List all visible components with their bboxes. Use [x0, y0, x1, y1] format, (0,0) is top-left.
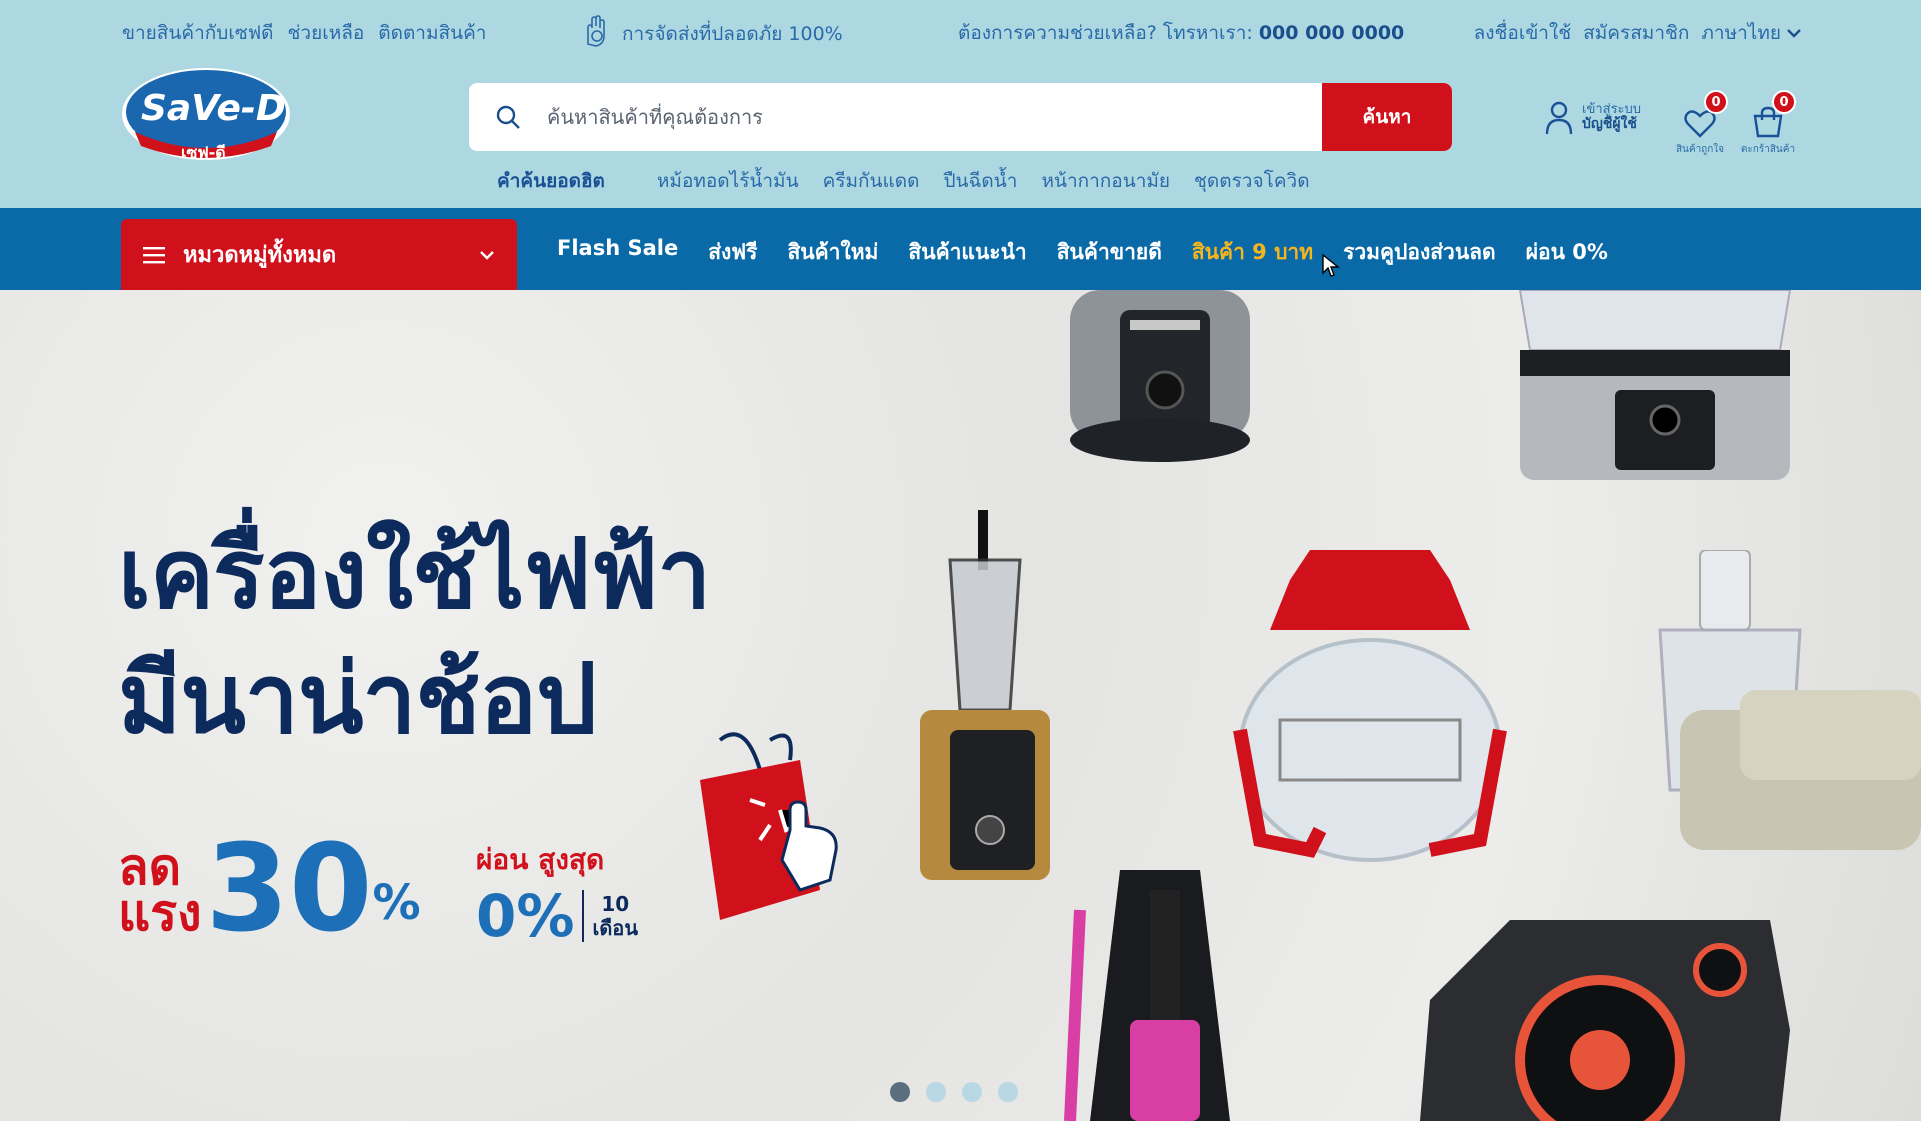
safe-delivery: การจัดส่งที่ปลอดภัย 100%	[580, 14, 843, 53]
hot-keyword[interactable]: หม้อทอดไร้น้ำมัน	[657, 166, 799, 196]
discount-promo: ลด แรง 30 %	[118, 820, 421, 959]
pressure-washer-image	[1064, 870, 1230, 1121]
nav-9-baht[interactable]: สินค้า 9 บาท	[1192, 236, 1313, 269]
nav-coupons[interactable]: รวมคูปองส่วนลด	[1343, 236, 1496, 269]
carousel-dot[interactable]	[998, 1082, 1018, 1102]
hand-shield-icon	[580, 14, 610, 53]
carousel-dot[interactable]	[926, 1082, 946, 1102]
nav-recommended[interactable]: สินค้าแนะนำ	[908, 236, 1026, 269]
help-phone[interactable]: 000 000 0000	[1259, 22, 1404, 44]
installment-rate: 0%	[476, 882, 575, 950]
carousel-dot[interactable]	[890, 1082, 910, 1102]
help-contact: ต้องการความช่วยเหลือ? โทรหาเรา: 000 000 …	[958, 18, 1404, 48]
nav-new-products[interactable]: สินค้าใหม่	[787, 236, 878, 269]
blender-image	[920, 510, 1050, 880]
food-steamer-image	[1518, 290, 1792, 480]
top-links: ขายสินค้ากับเซฟดี ช่วยเหลือ ติดตามสินค้า	[122, 18, 486, 48]
pressure-cooker-image	[1070, 290, 1250, 462]
installment-title: ผ่อน สูงสุด	[476, 843, 605, 876]
cart-button[interactable]: 0 ตะกร้าสินค้า	[1738, 90, 1798, 157]
account-button[interactable]: เข้าสู่ระบบ บัญชีผู้ใช้	[1544, 100, 1641, 136]
all-categories-button[interactable]: หมวดหมู่ทั้งหมด	[121, 219, 517, 290]
hot-keywords: คำค้นยอดฮิต หม้อทอดไร้น้ำมัน ครีมกันแดด …	[497, 166, 1310, 196]
discount-value: 30	[205, 820, 373, 959]
discount-words: ลด แรง	[118, 842, 202, 942]
help-text: ต้องการความช่วยเหลือ? โทรหาเรา:	[958, 22, 1253, 44]
header: SaVe-D เซฟ-ดี ค้นหา คำค้นยอดฮิต หม้อทอดไ…	[0, 62, 1921, 208]
banner-headline: เครื่องใช้ไฟฟ้า มีนาน่าช้อป	[118, 512, 711, 762]
shopping-bag-icon	[700, 732, 838, 920]
main-nav: หมวดหมู่ทั้งหมด Flash Sale ส่งฟรี สินค้า…	[0, 208, 1921, 290]
nav-installment[interactable]: ผ่อน 0%	[1526, 236, 1608, 269]
hero-banner[interactable]: เครื่องใช้ไฟฟ้า มีนาน่าช้อป ลด แรง 30 % …	[0, 290, 1921, 1121]
search-icon	[469, 83, 547, 151]
menu-icon	[143, 246, 165, 263]
hot-keyword[interactable]: ชุดตรวจโควิด	[1194, 166, 1310, 196]
svg-text:SaVe-D: SaVe-D	[141, 88, 286, 129]
search-bar: ค้นหา	[469, 83, 1452, 151]
installment-months-block: 10 เดือน	[592, 892, 638, 940]
food-processor-image	[1658, 550, 1921, 850]
svg-text:เซฟ-ดี: เซฟ-ดี	[181, 143, 226, 162]
cart-count-badge: 0	[1772, 90, 1796, 114]
carousel-dots	[890, 1082, 1018, 1102]
wishlist-count-badge: 0	[1704, 90, 1728, 114]
help-link[interactable]: ช่วยเหลือ	[288, 18, 365, 48]
wishlist-button[interactable]: 0 สินค้าถูกใจ	[1670, 90, 1730, 157]
wishlist-label: สินค้าถูกใจ	[1675, 144, 1725, 155]
chevron-down-icon	[480, 250, 494, 260]
nav-free-shipping[interactable]: ส่งฟรี	[708, 236, 757, 269]
mouse-cursor-icon	[1322, 254, 1340, 277]
nav-links: Flash Sale ส่งฟรี สินค้าใหม่ สินค้าแนะนำ…	[557, 236, 1608, 269]
headline-line1: เครื่องใช้ไฟฟ้า	[118, 518, 711, 630]
installment-divider	[582, 890, 585, 942]
register-link[interactable]: สมัครสมาชิก	[1583, 18, 1689, 48]
account-links: ลงชื่อเข้าใช้ สมัครสมาชิก ภาษาไทย	[1474, 18, 1801, 48]
carousel-dot[interactable]	[962, 1082, 982, 1102]
discount-unit: %	[372, 875, 421, 931]
installment-promo: ผ่อน สูงสุด 0% 10 เดือน	[476, 838, 638, 946]
installment-months: 10	[601, 892, 630, 916]
save-d-logo[interactable]: SaVe-D เซฟ-ดี	[121, 66, 291, 164]
all-categories-label: หมวดหมู่ทั้งหมด	[183, 243, 337, 268]
safe-delivery-text: การจัดส่งที่ปลอดภัย 100%	[622, 22, 843, 45]
chevron-down-icon	[1787, 29, 1801, 38]
login-link[interactable]: ลงชื่อเข้าใช้	[1474, 18, 1572, 48]
top-strip: ขายสินค้ากับเซฟดี ช่วยเหลือ ติดตามสินค้า…	[0, 0, 1921, 62]
installment-unit: เดือน	[592, 916, 638, 940]
hot-keywords-label: คำค้นยอดฮิต	[497, 170, 605, 192]
user-icon	[1545, 101, 1573, 135]
nav-best-sellers[interactable]: สินค้าขายดี	[1057, 236, 1162, 269]
discount-word2: แรง	[118, 884, 202, 942]
hot-keyword[interactable]: หน้ากากอนามัย	[1041, 166, 1170, 196]
sell-with-saved-link[interactable]: ขายสินค้ากับเซฟดี	[122, 18, 274, 48]
search-input[interactable]	[547, 83, 1322, 151]
language-label: ภาษาไทย	[1701, 22, 1781, 44]
bluetooth-speaker-image	[1420, 920, 1790, 1121]
track-order-link[interactable]: ติดตามสินค้า	[378, 18, 486, 48]
hot-keyword[interactable]: ครีมกันแดด	[823, 166, 920, 196]
nav-flash-sale[interactable]: Flash Sale	[557, 236, 678, 269]
headline-line2: มีนาน่าช้อป	[118, 643, 597, 755]
language-select[interactable]: ภาษาไทย	[1701, 18, 1801, 48]
hot-keyword[interactable]: ปืนฉีดน้ำ	[943, 166, 1017, 196]
search-button[interactable]: ค้นหา	[1322, 83, 1452, 151]
air-fryer-oven-image	[1233, 550, 1507, 862]
account-line2: บัญชีผู้ใช้	[1582, 116, 1637, 133]
cart-label: ตะกร้าสินค้า	[1740, 144, 1796, 155]
